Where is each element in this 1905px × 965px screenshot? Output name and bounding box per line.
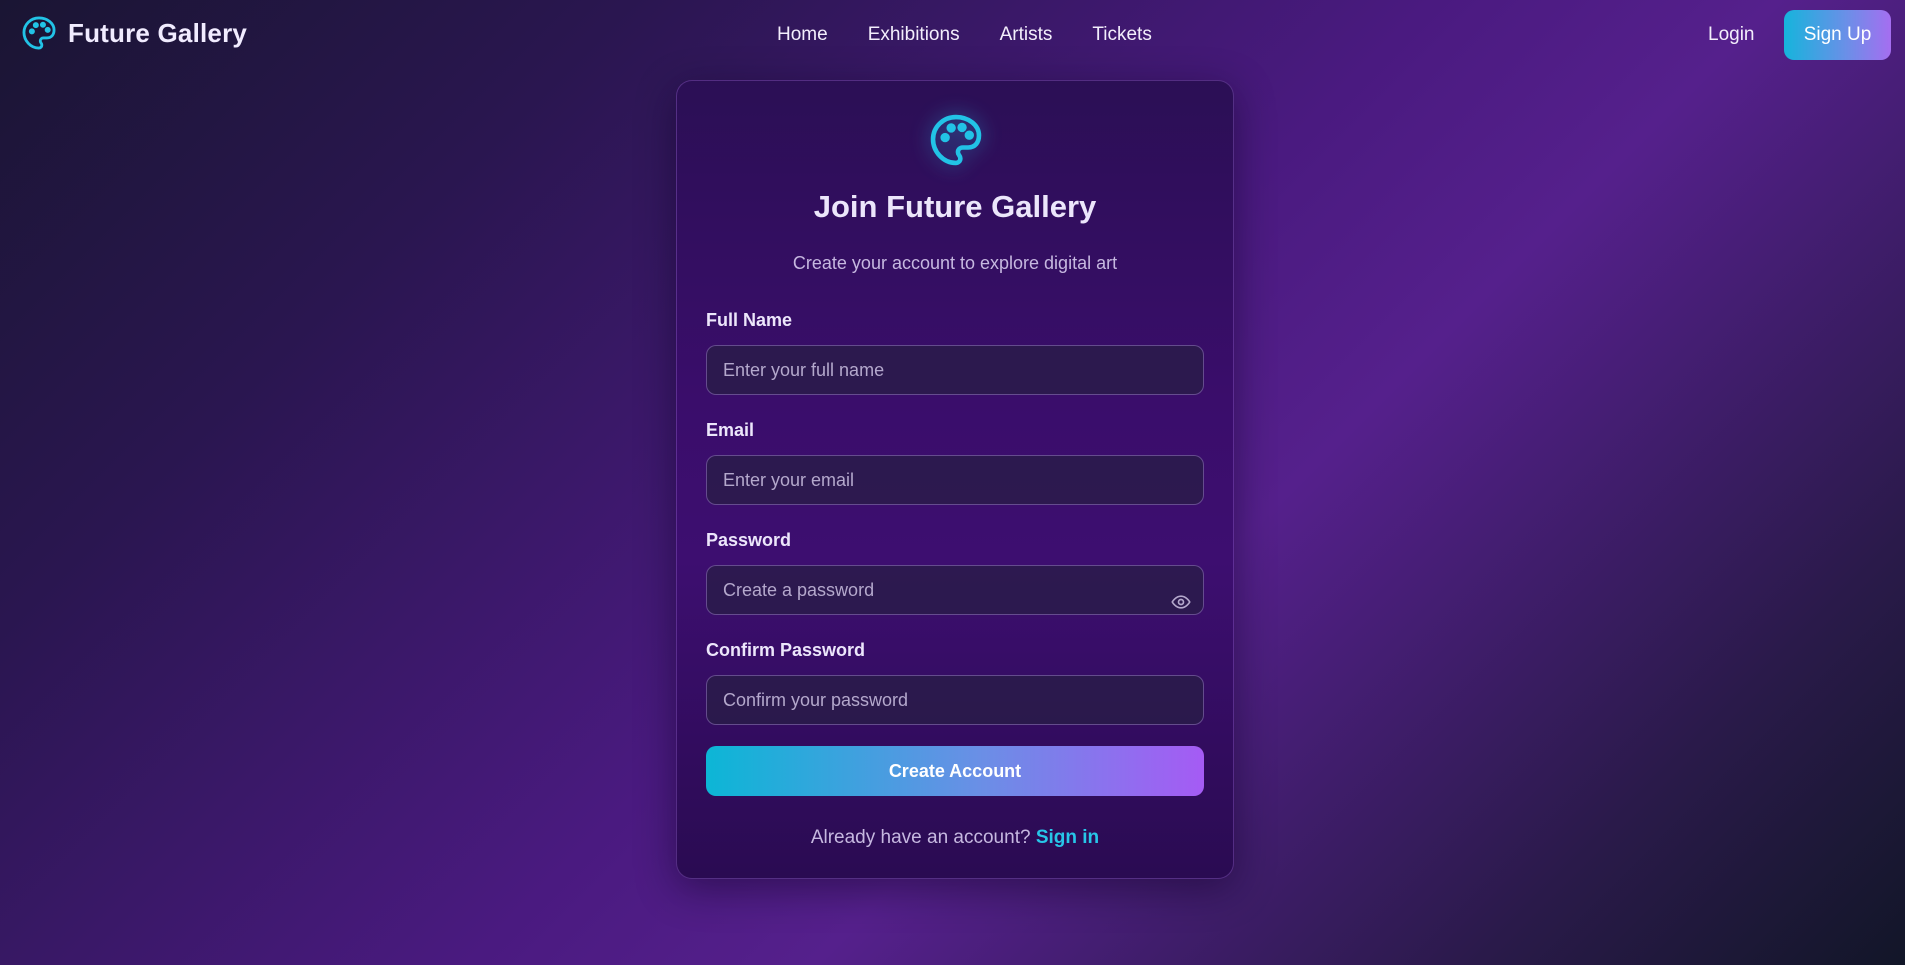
signin-link[interactable]: Sign in	[1036, 827, 1099, 848]
palette-icon	[927, 111, 985, 169]
signup-button[interactable]: Sign Up	[1784, 10, 1891, 60]
password-label: Password	[706, 530, 792, 550]
confirm-password-field[interactable]	[706, 675, 1204, 725]
confirm-password-label: Confirm Password	[706, 640, 866, 660]
signup-card: Join Future Gallery Create your account …	[676, 80, 1234, 879]
nav-link-tickets[interactable]: Tickets	[1092, 24, 1151, 46]
brand[interactable]: Future Gallery	[20, 14, 247, 52]
page-title: Join Future Gallery	[813, 189, 1097, 224]
top-navbar: Future Gallery Home Exhibitions Artists …	[0, 0, 1905, 70]
create-account-button[interactable]: Create Account	[706, 746, 1204, 796]
full-name-label: Full Name	[706, 310, 793, 330]
password-field[interactable]	[706, 565, 1204, 615]
page-subtitle: Create your account to explore digital a…	[792, 253, 1118, 273]
email-label: Email	[706, 420, 755, 440]
nav-link-artists[interactable]: Artists	[1000, 24, 1053, 46]
palette-icon	[20, 14, 58, 52]
login-link[interactable]: Login	[1708, 24, 1755, 46]
nav-link-exhibitions[interactable]: Exhibitions	[868, 24, 960, 46]
brand-name: Future Gallery	[68, 17, 248, 48]
eye-icon[interactable]	[1169, 590, 1193, 614]
full-name-field[interactable]	[706, 345, 1204, 395]
signin-prompt: Already have an account? Sign in	[677, 827, 1233, 849]
email-field[interactable]	[706, 455, 1204, 505]
main-nav: Home Exhibitions Artists Tickets	[777, 24, 1152, 46]
signin-prompt-text: Already have an account?	[810, 827, 1031, 848]
nav-link-home[interactable]: Home	[777, 24, 828, 46]
